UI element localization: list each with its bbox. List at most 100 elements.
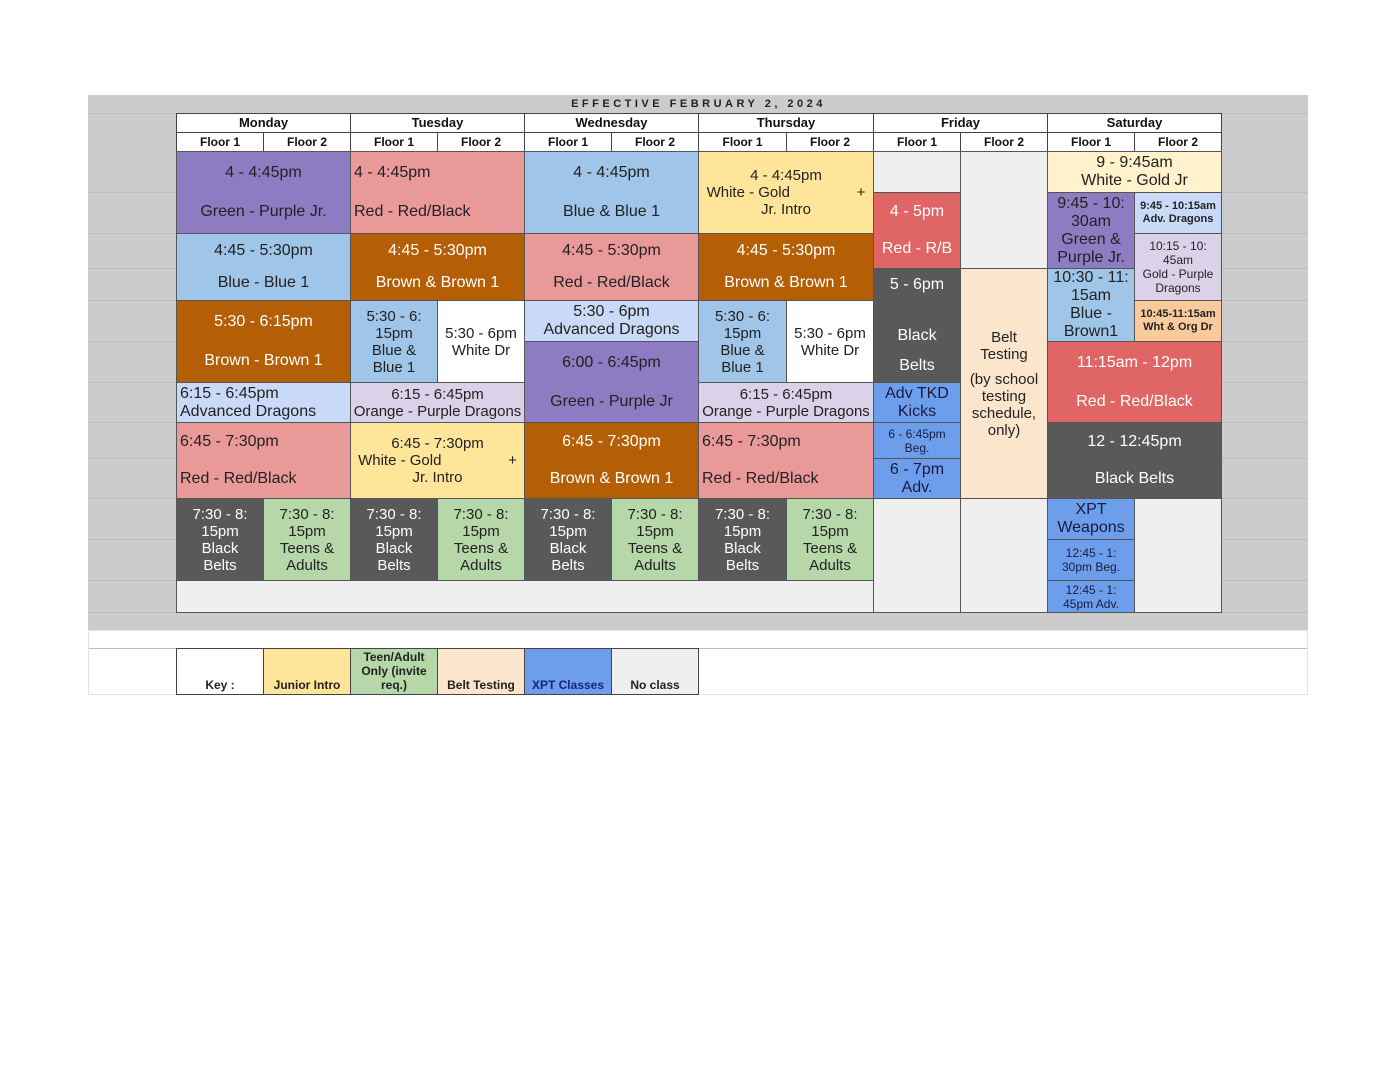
class-block: 12:45 - 1: 30pm Beg. — [1047, 539, 1135, 581]
schedule-title: EFFECTIVE FEBRUARY 2, 2024 — [571, 98, 826, 110]
class-line: XPT — [1075, 501, 1107, 518]
floor-header: Floor 2 — [1134, 132, 1222, 152]
class-line: 15pm — [462, 522, 500, 540]
class-line: 4 - 4:45pm — [225, 163, 302, 181]
class-line: 12:45 - 1: — [1065, 582, 1117, 597]
class-line: 6:15 - 6:45pm — [180, 384, 279, 402]
class-line: Adults — [460, 556, 502, 574]
class-line: Blue - — [1070, 305, 1112, 322]
class-line: 5:30 - 6:15pm — [214, 312, 313, 330]
no-class-cell — [960, 151, 1048, 269]
class-line: 5:30 - 6: — [714, 307, 771, 325]
class-line: 15am — [1070, 287, 1112, 304]
floor-header: Floor 1 — [350, 132, 438, 152]
class-block: 12:45 - 1: 45pm Adv. — [1047, 580, 1135, 613]
class-line: 9:45 - 10: — [1057, 194, 1125, 212]
class-line: Orange - Purple Dragons — [353, 402, 522, 420]
class-line: 15pm — [288, 522, 326, 540]
class-line: Purple Jr. — [1057, 248, 1125, 266]
class-line: (by school — [969, 370, 1039, 388]
class-line: Brown - Brown 1 — [204, 352, 323, 370]
class-line: Belt — [991, 328, 1017, 346]
class-line: 4:45 - 5:30pm — [388, 242, 487, 259]
class-block: 10:15 - 10: 45am Gold - Purple Dragons — [1134, 233, 1222, 301]
class-line: 5:30 - 6pm — [794, 324, 866, 342]
class-line: Black — [897, 326, 937, 344]
class-line: Testing — [980, 345, 1028, 363]
class-line: Blue & — [720, 341, 765, 359]
class-line: 12:45 - 1: — [1065, 546, 1117, 560]
class-line: 4:45 - 5:30pm — [736, 242, 836, 259]
class-line: only) — [987, 421, 1021, 439]
class-line: Jr. Intro — [760, 201, 812, 218]
class-line: Adults — [809, 556, 851, 574]
class-line: 5 - 6pm — [889, 276, 945, 294]
floor-header: Floor 2 — [263, 132, 351, 152]
class-line: Adults — [634, 556, 676, 574]
class-line: 6:45 - 7:30pm — [562, 433, 661, 451]
class-line: Dragons — [1155, 281, 1201, 295]
class-block: 7:30 - 8: 15pm Teens & Adults — [786, 498, 874, 581]
class-line: 6:45 - 7:30pm — [180, 433, 279, 451]
no-class-cell — [873, 498, 961, 613]
class-line: Kicks — [897, 402, 937, 420]
class-line: 30am — [1070, 212, 1112, 230]
class-line: Red - Red/Black — [702, 469, 819, 487]
class-line: Belts — [551, 556, 585, 574]
class-block: 7:30 - 8: 15pm Black Belts — [176, 498, 264, 581]
floor-header: Floor 2 — [611, 132, 699, 152]
class-block: Adv TKD Kicks — [873, 382, 961, 423]
day-header-friday: Friday — [873, 113, 1048, 133]
class-block: XPT Weapons — [1047, 498, 1135, 540]
class-line: 5:30 - 6: — [366, 307, 422, 325]
class-line: 30pm Beg. — [1061, 560, 1121, 574]
class-block: 4:45 - 5:30pm Brown & Brown 1 — [698, 233, 874, 301]
class-line: White - Gold + — [358, 452, 517, 469]
class-line: 45pm Adv. — [1063, 596, 1119, 611]
class-block: 6:00 - 6:45pm Green - Purple Jr — [524, 341, 699, 423]
class-line: 7:30 - 8: — [540, 505, 596, 523]
class-block: 4:45 - 5:30pm Blue - Blue 1 — [176, 233, 351, 301]
key-item: XPT Classes — [524, 648, 612, 695]
class-block: 5:30 - 6pm Advanced Dragons — [524, 300, 699, 342]
class-line: 15pm — [375, 522, 413, 540]
day-header-saturday: Saturday — [1047, 113, 1222, 133]
class-line: 7:30 - 8: — [453, 505, 509, 523]
class-line: Brown1 — [1063, 323, 1119, 340]
class-line: Advanced Dragons — [543, 321, 680, 338]
class-line: Adv TKD — [885, 384, 949, 402]
no-class-cell — [873, 151, 961, 193]
floor-header: Floor 1 — [873, 132, 961, 152]
class-line: 6 - 7pm — [889, 460, 945, 478]
class-line: Teens & — [279, 539, 335, 557]
class-line: 6:15 - 6:45pm — [739, 385, 833, 403]
class-block: 4:45 - 5:30pm Brown & Brown 1 — [350, 233, 525, 301]
class-block: 5 - 6pm Black Belts — [873, 268, 961, 383]
class-line: 7:30 - 8: — [192, 505, 248, 523]
class-block: 6 - 6:45pm Beg. — [873, 422, 961, 459]
class-line: 4 - 5pm — [889, 203, 945, 221]
class-line: Belts — [377, 556, 411, 574]
class-block: 4 - 4:45pm Green - Purple Jr. — [176, 151, 351, 234]
class-line: Belts — [899, 356, 935, 374]
class-line: Advanced Dragons — [180, 402, 317, 420]
class-line: 6:00 - 6:45pm — [562, 353, 661, 371]
class-line: 10:30 - 11: — [1053, 269, 1129, 286]
class-line: Red - Red/Black — [1076, 392, 1193, 410]
class-line: 5:30 - 6pm — [573, 303, 650, 320]
class-line: 7:30 - 8: — [802, 505, 858, 523]
class-line: Green - Purple Jr — [550, 392, 673, 410]
class-line: 15pm — [723, 522, 762, 540]
class-block: 7:30 - 8: 15pm Teens & Adults — [437, 498, 525, 581]
class-line: 15pm — [201, 522, 239, 540]
class-line: Blue & Blue 1 — [563, 203, 660, 221]
class-line: 5:30 - 6pm — [445, 324, 517, 342]
class-line: Teens & — [802, 539, 858, 557]
class-block: 7:30 - 8: 15pm Black Belts — [350, 498, 438, 581]
class-line: 6 - 6:45pm — [888, 426, 946, 441]
key-item: Teen/Adult Only (invite req.) — [350, 648, 438, 695]
class-line: Blue & — [371, 341, 417, 359]
day-header-thursday: Thursday — [698, 113, 874, 133]
floor-header: Floor 1 — [698, 132, 787, 152]
floor-header: Floor 2 — [960, 132, 1048, 152]
